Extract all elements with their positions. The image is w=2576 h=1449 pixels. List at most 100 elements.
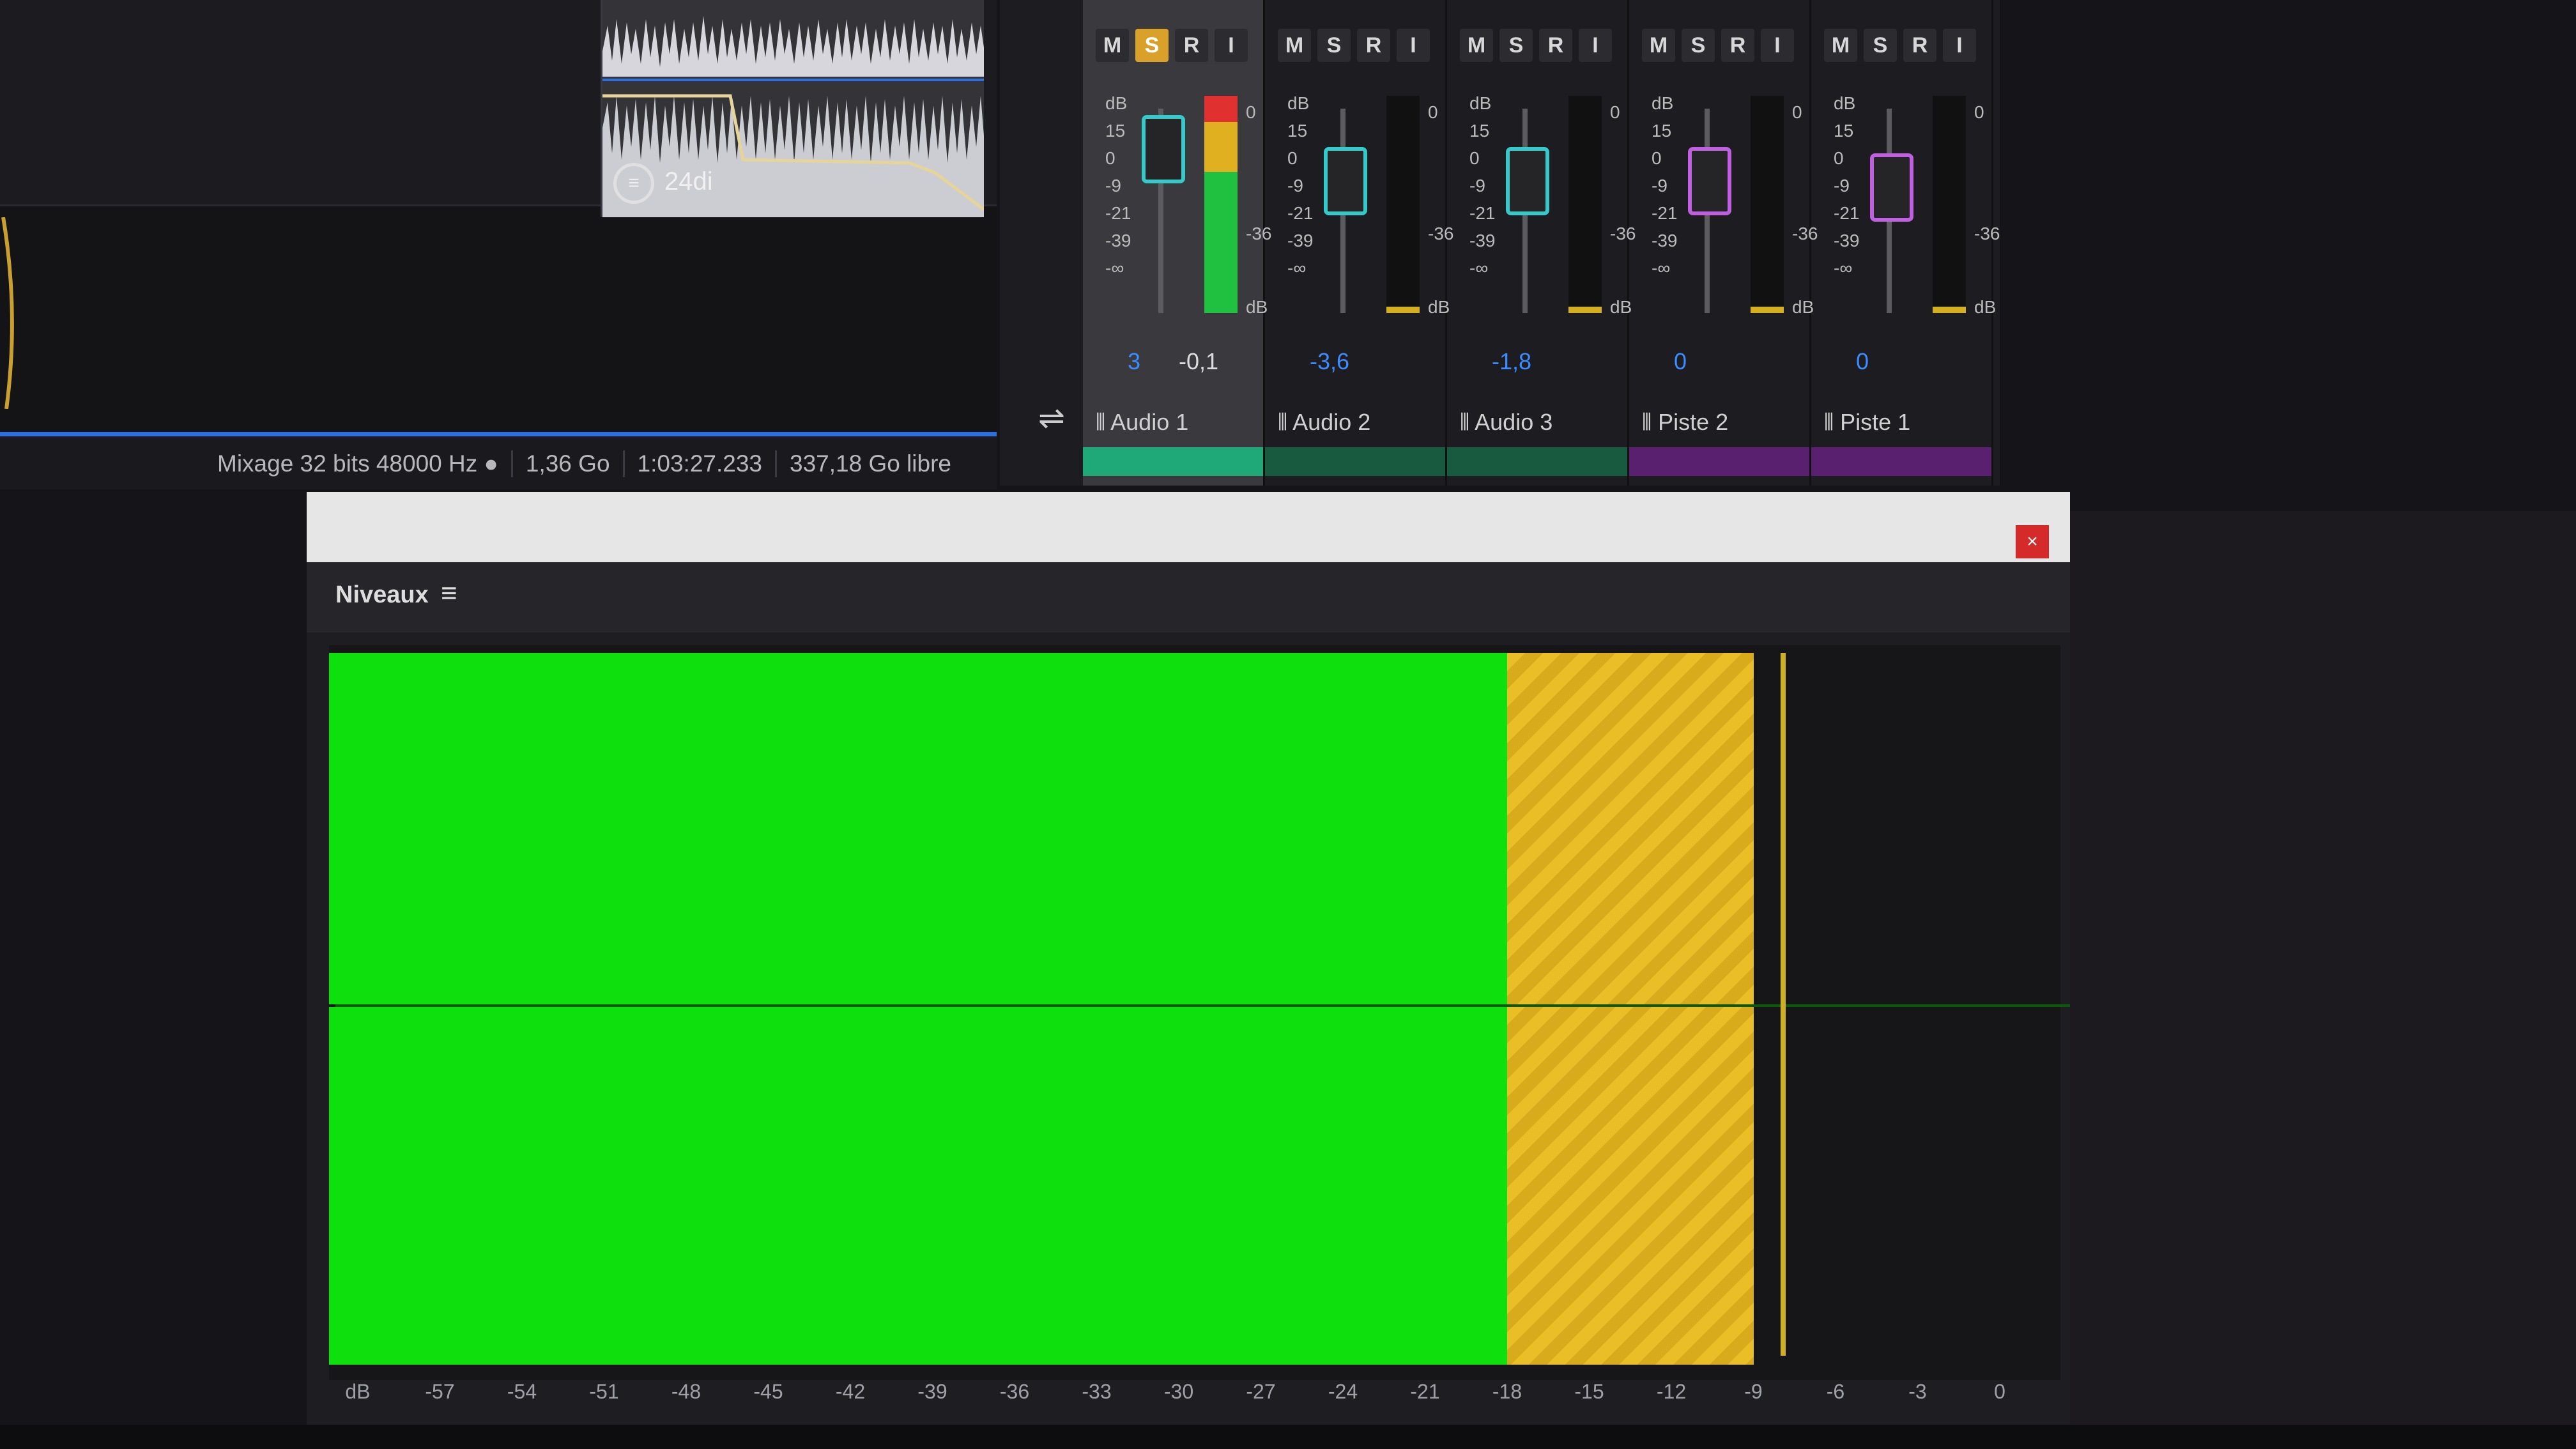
read-button[interactable]: R	[1357, 29, 1390, 62]
scale-tick-label: -57	[425, 1380, 455, 1403]
fader-scale-label: 15	[1652, 121, 1672, 141]
fader-scale-label: dB	[1834, 93, 1856, 113]
scale-tick-label: -12	[1656, 1380, 1687, 1403]
mixer-strip: M S R IdB 15 0 -9 -21 -39 -∞ 0 -36 dB -3,6 ⫴ Audio 2	[1265, 0, 1453, 486]
fader-scale-label: dB	[1105, 93, 1128, 113]
volume-fader[interactable]	[1870, 153, 1913, 222]
read-button[interactable]: R	[1539, 29, 1572, 62]
background-panel	[2070, 511, 2576, 1449]
strip-buttons: MSRI	[1096, 29, 1248, 62]
volume-value[interactable]: 0	[1856, 348, 1869, 375]
window-titlebar[interactable]	[307, 492, 2070, 562]
scale-tick-label: -3	[1908, 1380, 1927, 1403]
fader-scale-label: 15	[1469, 121, 1490, 141]
fader-scale-label: -39	[1652, 231, 1678, 250]
strip-buttons: MSRI	[1460, 29, 1612, 62]
level-bar-yellow	[1507, 1007, 1754, 1365]
duration: 1:03:27.233	[625, 450, 777, 477]
scale-tick-label: -39	[917, 1380, 947, 1403]
meter-scale-label: 0	[1428, 102, 1438, 122]
strip-buttons: MSRI	[1824, 29, 1976, 62]
scale-tick-label: -36	[999, 1380, 1030, 1403]
read-button[interactable]: R	[1721, 29, 1754, 62]
mute-button[interactable]: M	[1824, 29, 1857, 62]
fader-scale-label: 15	[1834, 121, 1854, 141]
file-size: 1,36 Go	[513, 450, 625, 477]
clip-fx-icon[interactable]: ≡	[613, 163, 654, 204]
fader-scale-label: -∞	[1105, 258, 1124, 278]
track-color-bar	[1447, 447, 1627, 476]
fader-scale-label: dB	[1469, 93, 1492, 113]
solo-button[interactable]: S	[1499, 29, 1533, 62]
track-name[interactable]: ⫴ Piste 1	[1824, 409, 1910, 436]
volume-fader[interactable]	[1688, 147, 1731, 215]
scale-tick-label: -24	[1328, 1380, 1358, 1403]
scale-tick-label: -45	[753, 1380, 783, 1403]
input-button[interactable]: I	[1397, 29, 1430, 62]
meter-scale-label: 0	[1246, 102, 1256, 122]
mixer-strip: M S R IdB 15 0 -9 -21 -39 -∞ 0 -36 dB 0 ⫴ Piste 2	[1629, 0, 1818, 486]
scale-tick-label: -54	[507, 1380, 537, 1403]
mute-button[interactable]: M	[1278, 29, 1311, 62]
volume-fader[interactable]	[1324, 147, 1367, 215]
audio-clip-waveform[interactable]	[601, 0, 984, 217]
channel-meter	[1933, 96, 1966, 313]
scale-tick-label: -33	[1082, 1380, 1112, 1403]
input-button[interactable]: I	[1579, 29, 1612, 62]
scale-tick-label: -9	[1744, 1380, 1763, 1403]
envelope-curve	[1, 217, 14, 409]
track-name[interactable]: ⫴ Audio 3	[1460, 409, 1552, 436]
fader-scale-label: -39	[1834, 231, 1860, 250]
mixer-strip: M S R IdB 15 0 -9 -21 -39 -∞ 0 -36 dB 0 ⫴ Piste 1	[1811, 0, 2000, 486]
track-color-bar	[1629, 447, 1809, 476]
input-button[interactable]: I	[1943, 29, 1976, 62]
solo-button[interactable]: S	[1864, 29, 1897, 62]
input-button[interactable]: I	[1215, 29, 1248, 62]
meter-fill	[1386, 307, 1420, 313]
read-button[interactable]: R	[1903, 29, 1936, 62]
channel-meter	[1204, 96, 1238, 313]
track-name[interactable]: ⫴ Piste 2	[1642, 409, 1728, 436]
meter-scale-label: -36	[1974, 224, 2000, 243]
fader-scale-label: -39	[1287, 231, 1314, 250]
scale-tick-label: 0	[1994, 1380, 2005, 1403]
scale-tick-label: -27	[1246, 1380, 1276, 1403]
volume-value[interactable]: 0	[1674, 348, 1687, 375]
volume-value[interactable]: -1,8	[1492, 348, 1531, 375]
meter-scale-label: 0	[1974, 102, 1984, 122]
volume-fader[interactable]	[1142, 115, 1185, 183]
mute-button[interactable]: M	[1460, 29, 1493, 62]
close-icon[interactable]: ×	[2016, 525, 2049, 558]
audio-mixer: M S R IdB 15 0 -9 -21 -39 -∞ 0 -36 dB 3 -0,1 ⫴ Audio 1M…	[1000, 0, 2000, 486]
track-name[interactable]: ⫴ Audio 1	[1096, 409, 1188, 436]
solo-button[interactable]: S	[1135, 29, 1169, 62]
channel-meter	[1568, 96, 1602, 313]
solo-button[interactable]: S	[1317, 29, 1351, 62]
track-name[interactable]: ⫴ Audio 2	[1278, 409, 1370, 436]
fader-scale-label: -∞	[1287, 258, 1307, 278]
scale-tick-label: -15	[1574, 1380, 1604, 1403]
level-bar-yellow	[1507, 653, 1754, 1004]
mute-button[interactable]: M	[1642, 29, 1675, 62]
peak-value: -0,1	[1179, 348, 1219, 374]
mute-button[interactable]: M	[1096, 29, 1129, 62]
read-button[interactable]: R	[1175, 29, 1208, 62]
scale-tick-label: -48	[671, 1380, 702, 1403]
mixer-routing-icon[interactable]: ⇌	[1038, 399, 1065, 436]
volume-value[interactable]: 3	[1128, 348, 1140, 375]
fader-scale-label: 15	[1287, 121, 1308, 141]
hamburger-menu-icon[interactable]: ≡	[441, 578, 457, 610]
input-button[interactable]: I	[1761, 29, 1794, 62]
timeline-track[interactable]	[0, 204, 997, 434]
fader-scale-label: -39	[1105, 231, 1131, 250]
track-color-bar	[1083, 447, 1263, 476]
scale-tick-label: -6	[1826, 1380, 1845, 1403]
channel-meter	[1751, 96, 1784, 313]
mix-format: Mixage 32 bits 48000 Hz ●	[204, 450, 513, 477]
scale-tick-label: -51	[589, 1380, 619, 1403]
solo-button[interactable]: S	[1682, 29, 1715, 62]
volume-value[interactable]: -3,6	[1310, 348, 1349, 375]
scale-tick-label: -42	[835, 1380, 866, 1403]
volume-fader[interactable]	[1506, 147, 1549, 215]
db-scale: dB -57 -54 -51 -48 -45 -42 -39 -36 -33 -30 -27 -24 -2…	[339, 1380, 2064, 1431]
